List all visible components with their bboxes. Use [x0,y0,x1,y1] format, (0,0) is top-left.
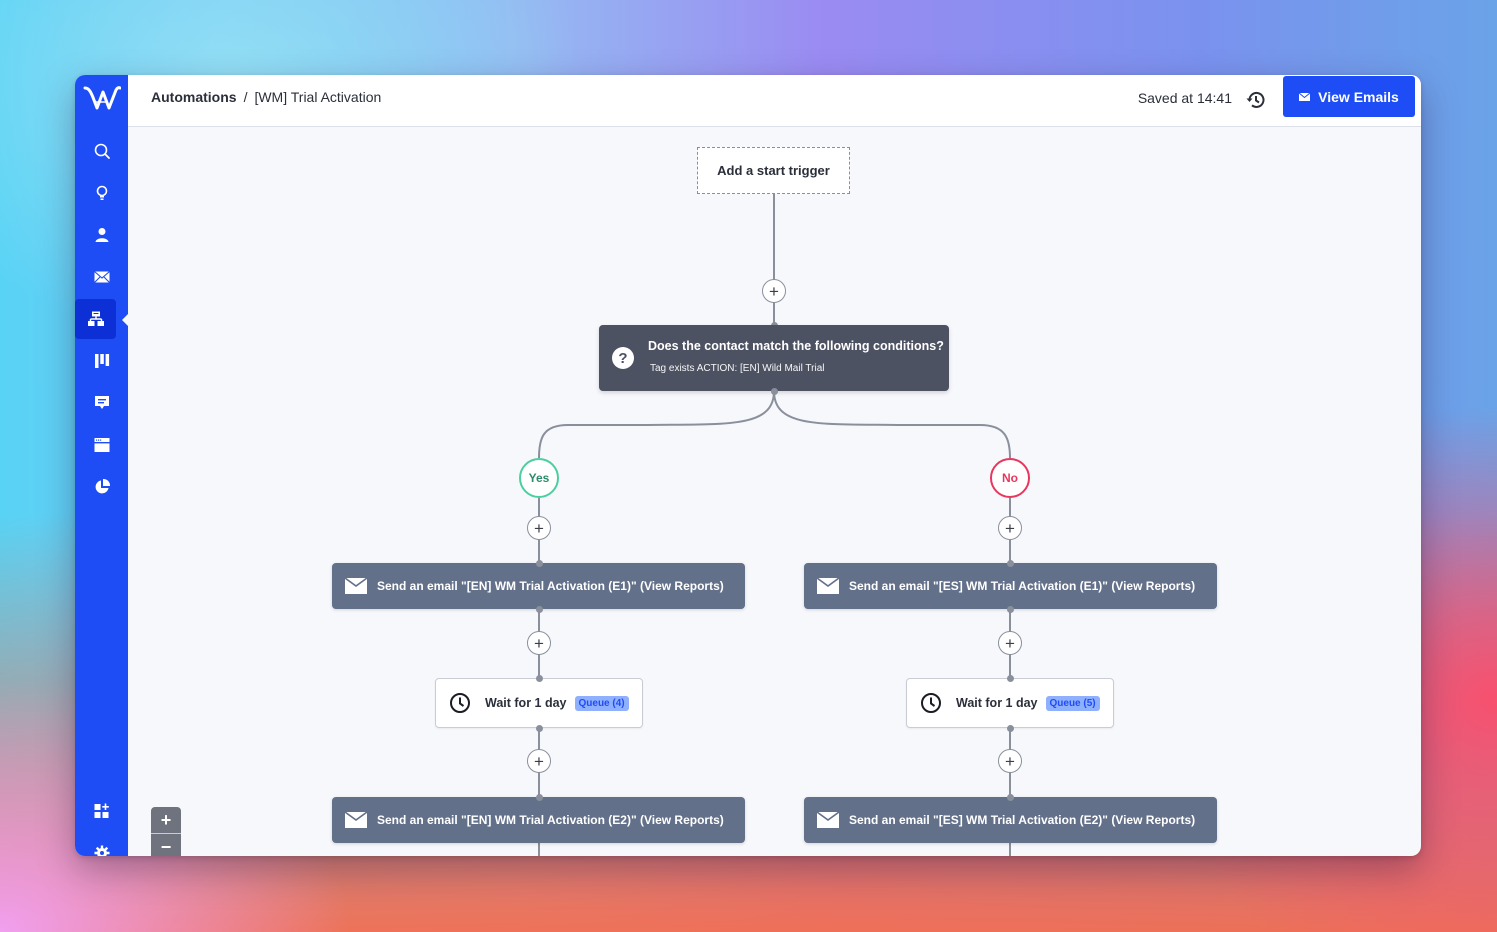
saved-status: Saved at 14:41 [1137,90,1232,106]
envelope-icon [345,578,367,594]
connector-dot [771,388,778,395]
add-step-button[interactable]: + [998,749,1022,773]
plus-icon: + [1005,751,1015,771]
breadcrumb: Automations / [WM] Trial Activation [151,89,381,105]
sidebar-item-ideas[interactable] [81,173,122,213]
connector-dot [536,725,543,732]
add-widget-icon [94,803,109,818]
add-step-button[interactable]: + [527,516,551,540]
sidebar-item-reports[interactable] [81,467,122,507]
browser-window-icon [94,438,109,452]
plus-icon: + [534,751,544,771]
pie-chart-icon [95,478,110,494]
top-bar: Automations / [WM] Trial Activation Save… [128,75,1421,127]
lightbulb-icon [96,185,107,200]
add-step-button[interactable]: + [998,516,1022,540]
connector-dot [1007,794,1014,801]
logo-icon [83,85,121,109]
wait-node[interactable]: Wait for 1 day Queue (4) [435,678,643,728]
envelope-icon [93,271,110,283]
envelope-icon [345,812,367,828]
connector-lines [538,194,1011,856]
connector-dot [536,560,543,567]
zoom-in-button[interactable]: + [151,807,181,834]
sidebar-item-settings[interactable] [81,833,122,856]
view-emails-button[interactable]: View Emails [1283,76,1415,117]
connector-dot [536,794,543,801]
history-button[interactable] [1245,89,1267,111]
add-step-button[interactable]: + [527,749,551,773]
breadcrumb-separator: / [243,89,248,105]
plus-icon: + [769,281,779,301]
send-email-node[interactable]: Send an email "[EN] WM Trial Activation … [332,563,745,609]
connector-no-branch [773,390,1011,459]
plus-icon: + [1005,518,1015,538]
sidebar-item-campaigns[interactable] [81,257,122,297]
condition-detail: Tag exists ACTION: [EN] Wild Mail Trial [650,363,825,374]
sidebar-item-search[interactable] [81,131,122,171]
connector-dot [536,675,543,682]
zoom-out-button[interactable]: − [151,834,181,856]
send-email-node[interactable]: Send an email "[ES] WM Trial Activation … [804,797,1217,843]
connector-dot [1007,606,1014,613]
send-email-node[interactable]: Send an email "[ES] WM Trial Activation … [804,563,1217,609]
chat-icon [94,396,109,409]
wait-label: Wait for 1 day [956,696,1038,710]
plus-icon: + [1005,633,1015,653]
wait-node[interactable]: Wait for 1 day Queue (5) [906,678,1114,728]
view-emails-label: View Emails [1318,88,1399,105]
sidebar-item-contacts[interactable] [81,215,122,255]
clock-icon [450,693,470,713]
sidebar-item-apps[interactable] [81,791,122,831]
plus-icon: + [534,633,544,653]
envelope-icon [817,578,839,594]
wildmail-logo[interactable] [75,75,128,120]
user-icon [95,228,108,242]
send-email-node[interactable]: Send an email "[EN] WM Trial Activation … [332,797,745,843]
connector-dot [1007,560,1014,567]
email-node-label: Send an email "[ES] WM Trial Activation … [849,813,1196,827]
history-icon [1246,91,1265,108]
connector-dot [1007,725,1014,732]
envelope-icon [1299,92,1311,101]
sidebar [75,75,129,856]
yes-branch-label[interactable]: Yes [519,458,559,498]
workflow-canvas[interactable]: Add a start trigger + ? Does the contact… [128,128,1421,856]
connector-dot [536,606,543,613]
zoom-controls: + − [151,807,181,856]
add-step-button[interactable]: + [527,631,551,655]
kanban-icon [94,354,109,368]
search-icon [94,143,110,159]
sitemap-icon [87,311,104,326]
connector-dot [1007,675,1014,682]
sidebar-item-deals[interactable] [81,341,122,381]
gear-icon [94,845,109,856]
email-node-label: Send an email "[ES] WM Trial Activation … [849,579,1196,593]
breadcrumb-automations-link[interactable]: Automations [151,89,237,105]
queue-badge[interactable]: Queue (5) [1045,695,1100,711]
sidebar-item-conversations[interactable] [81,383,122,423]
condition-node[interactable]: ? Does the contact match the following c… [599,325,949,391]
plus-icon: + [534,518,544,538]
no-branch-label[interactable]: No [990,458,1030,498]
question-icon: ? [612,347,634,369]
breadcrumb-current: [WM] Trial Activation [254,89,382,105]
email-node-label: Send an email "[EN] WM Trial Activation … [377,579,724,593]
queue-badge[interactable]: Queue (4) [574,695,629,711]
email-node-label: Send an email "[EN] WM Trial Activation … [377,813,724,827]
add-step-button[interactable]: + [762,279,786,303]
add-step-button[interactable]: + [998,631,1022,655]
app-window: Automations / [WM] Trial Activation Save… [75,75,1421,856]
add-start-trigger[interactable]: Add a start trigger [697,147,850,194]
wait-label: Wait for 1 day [485,696,567,710]
sidebar-item-automations[interactable] [75,299,116,339]
connector-yes-branch [538,390,775,459]
clock-icon [921,693,941,713]
condition-title: Does the contact match the following con… [648,339,944,353]
envelope-icon [817,812,839,828]
sidebar-item-forms[interactable] [81,425,122,465]
